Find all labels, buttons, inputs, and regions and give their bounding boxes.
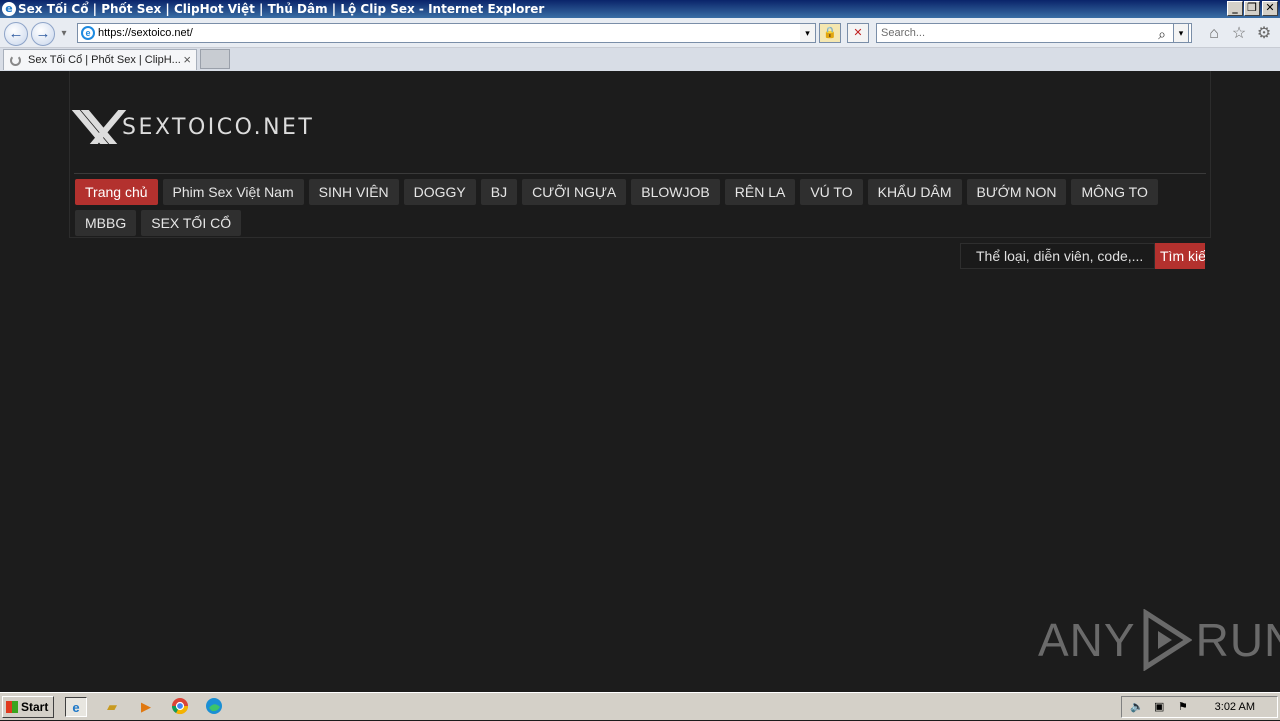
menu-item-10[interactable]: BƯỚM NON xyxy=(966,179,1067,205)
menu-item-9[interactable]: KHẨU DÂM xyxy=(867,179,962,205)
menu-item-6[interactable]: BLOWJOB xyxy=(631,179,720,205)
lock-icon[interactable]: 🔒 xyxy=(819,23,841,43)
back-button[interactable]: ← xyxy=(4,22,28,46)
menu-item-12[interactable]: MBBG xyxy=(75,210,137,236)
close-window-button[interactable]: ✕ xyxy=(1262,1,1278,16)
tab-active[interactable]: Sex Tối Cổ | Phốt Sex | ClipH... × xyxy=(3,49,197,70)
new-tab-button[interactable] xyxy=(200,49,230,69)
watermark-left: ANY xyxy=(1038,614,1136,666)
media-player-icon[interactable]: ▶ xyxy=(135,697,157,717)
menu-item-13[interactable]: SEX TỐI CỔ xyxy=(141,210,242,236)
chrome-icon[interactable] xyxy=(169,697,191,717)
folder-icon[interactable]: ▰ xyxy=(101,697,123,717)
play-icon xyxy=(1143,609,1192,671)
site-search-form: Tìm kiếm xyxy=(960,243,1205,269)
menu-item-5[interactable]: CƯỠI NGỰA xyxy=(522,179,627,205)
browser-nav-bar: ← → ▾ e https://sextoico.net/ ▾ 🔒 ✕ Sear… xyxy=(0,18,1280,48)
site-logo[interactable]: SEXTOICO.NET xyxy=(71,109,315,145)
ie-logo-icon: e xyxy=(2,2,16,16)
gear-icon[interactable]: ⚙ xyxy=(1254,24,1274,44)
menu-item-1[interactable]: Phim Sex Việt Nam xyxy=(162,179,304,205)
site-search-input[interactable] xyxy=(960,243,1155,269)
loading-spinner-icon xyxy=(10,55,21,66)
system-tray: 🔈 ▣ ⚑ 3:02 AM xyxy=(1121,696,1278,718)
forward-button[interactable]: → xyxy=(31,22,55,46)
menu-item-2[interactable]: SINH VIÊN xyxy=(308,179,399,205)
browser-search-input[interactable]: Search... xyxy=(876,23,1192,43)
watermark-right: RUN xyxy=(1195,614,1280,666)
menu-item-0[interactable]: Trang chủ xyxy=(75,179,158,205)
site-header: SEXTOICO.NET Trang chủ Phim Sex Việt Nam S… xyxy=(69,71,1211,238)
tab-label: Sex Tối Cổ | Phốt Sex | ClipH... xyxy=(28,54,181,66)
close-tab-icon[interactable]: × xyxy=(183,50,191,70)
ie-icon[interactable]: e xyxy=(65,697,87,717)
address-text: https://sextoico.net/ xyxy=(98,27,193,39)
restore-button[interactable]: ❐ xyxy=(1244,1,1260,16)
search-icon[interactable]: ⌕ xyxy=(1152,24,1172,44)
header-divider xyxy=(74,173,1206,174)
logo-text: SEXTOICO.NET xyxy=(122,114,315,140)
address-bar[interactable]: e https://sextoico.net/ xyxy=(77,23,815,43)
window-title-bar: e Sex Tối Cổ | Phốt Sex | ClipHot Việt |… xyxy=(0,0,1280,18)
main-menu: Trang chủ Phim Sex Việt Nam SINH VIÊN DOGGY… xyxy=(75,179,1205,241)
anyrun-watermark: ANY RUN xyxy=(1038,609,1280,671)
logo-mark-icon xyxy=(71,110,127,144)
menu-item-3[interactable]: DOGGY xyxy=(403,179,476,205)
menu-item-8[interactable]: VÚ TO xyxy=(800,179,863,205)
page-ie-icon: e xyxy=(81,26,95,40)
tab-bar: Sex Tối Cổ | Phốt Sex | ClipH... × xyxy=(0,48,1280,71)
clock[interactable]: 3:02 AM xyxy=(1215,697,1255,717)
menu-item-7[interactable]: RÊN LA xyxy=(724,179,796,205)
home-icon[interactable]: ⌂ xyxy=(1204,24,1224,44)
menu-item-4[interactable]: BJ xyxy=(480,179,518,205)
menu-item-11[interactable]: MÔNG TO xyxy=(1071,179,1158,205)
search-dropdown-icon[interactable]: ▾ xyxy=(1173,23,1189,43)
taskbar: Start e ▰ ▶ 🔈 ▣ ⚑ 3:02 AM xyxy=(0,692,1280,720)
flag-icon[interactable]: ⚑ xyxy=(1178,697,1188,717)
browser-search-placeholder: Search... xyxy=(881,27,926,39)
favorites-icon[interactable]: ☆ xyxy=(1229,24,1249,44)
minimize-button[interactable]: _ xyxy=(1227,1,1243,16)
history-dropdown-icon[interactable]: ▾ xyxy=(58,24,70,44)
window-title: Sex Tối Cổ | Phốt Sex | ClipHot Việt | T… xyxy=(18,2,545,16)
web-page: SEXTOICO.NET Trang chủ Phim Sex Việt Nam S… xyxy=(0,71,1280,692)
address-dropdown-icon[interactable]: ▾ xyxy=(800,23,816,43)
edge-icon[interactable] xyxy=(203,697,225,717)
volume-icon[interactable]: 🔈 xyxy=(1130,697,1144,717)
windows-flag-icon xyxy=(6,701,18,713)
network-icon[interactable]: ▣ xyxy=(1154,697,1164,717)
site-search-button[interactable]: Tìm kiếm xyxy=(1155,243,1205,269)
start-button[interactable]: Start xyxy=(2,696,54,718)
start-label: Start xyxy=(21,700,49,714)
stop-button[interactable]: ✕ xyxy=(847,23,869,43)
